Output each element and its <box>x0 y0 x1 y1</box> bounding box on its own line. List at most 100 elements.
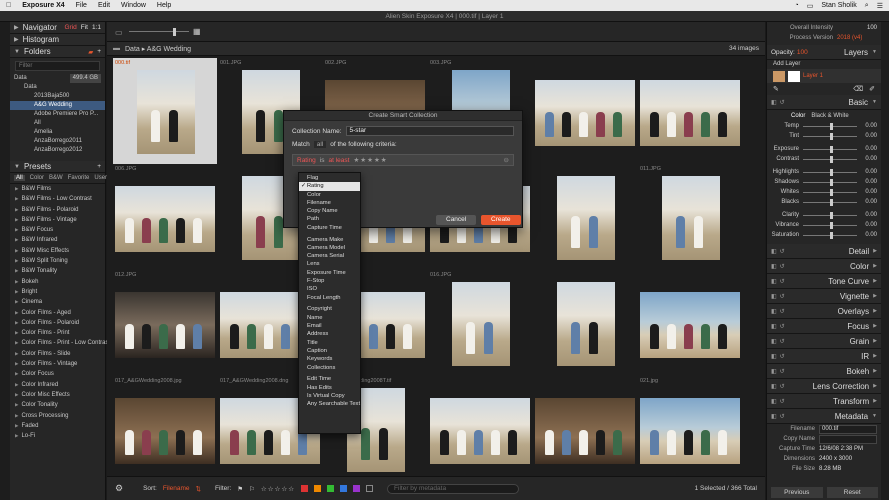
slider-value[interactable]: 0.00 <box>857 222 877 228</box>
slider-knob[interactable] <box>830 132 833 140</box>
menu-item[interactable]: Color <box>299 191 360 199</box>
menu-item[interactable]: ISO <box>299 285 360 293</box>
preset-item[interactable]: ▶ Bokeh <box>10 277 105 287</box>
previous-button[interactable]: Previous <box>771 487 823 498</box>
slider-track[interactable] <box>803 122 857 130</box>
adjust-slider[interactable]: Shadows 0.00 <box>767 177 881 187</box>
preset-item[interactable]: ▶ Color Films - Slide <box>10 349 105 359</box>
preset-item[interactable]: ▶ B&W Films <box>10 184 105 194</box>
preset-tab-color[interactable]: Color <box>30 175 44 181</box>
metadata-value[interactable]: 000.tif <box>819 424 877 434</box>
preset-item[interactable]: ▶ Color Films - Print - Low Contrast <box>10 338 110 348</box>
metadata-value[interactable] <box>819 434 877 444</box>
no-label-swatch[interactable] <box>366 485 374 492</box>
folder-item[interactable]: AnzaBorrego2011 <box>10 137 105 146</box>
preset-tab-favorite[interactable]: Favorite <box>68 175 90 181</box>
menu-item[interactable]: Is Virtual Copy <box>299 392 360 400</box>
adjust-slider[interactable]: Temp 0.00 <box>767 121 881 131</box>
opacity-value[interactable]: 100 <box>797 49 808 56</box>
thumbnail-cell[interactable]: 016.JPG <box>428 270 532 376</box>
eye-icon[interactable]: ◧ <box>771 99 777 106</box>
thumbnail-cell[interactable] <box>533 376 637 482</box>
adjust-slider[interactable]: Saturation 0.00 <box>767 230 881 240</box>
menu-item[interactable]: Title <box>299 339 360 347</box>
preset-tab-user[interactable]: User <box>94 175 107 181</box>
adjust-slider[interactable]: Tint 0.00 <box>767 131 881 141</box>
slider-track[interactable] <box>803 132 857 140</box>
panel-header[interactable]: ◧ ↺ Bokeh ▶ <box>767 364 881 379</box>
slider-knob[interactable] <box>830 145 833 153</box>
panel-header[interactable]: ◧ ↺ Vignette ▶ <box>767 289 881 304</box>
slider-track[interactable] <box>803 155 857 163</box>
pen-icon[interactable]: ✐ <box>869 85 875 93</box>
collection-name-input[interactable]: 5-star <box>345 126 514 136</box>
eye-icon[interactable]: ◧ <box>771 398 777 405</box>
basic-header[interactable]: ◧ ↺ Basic ▼ <box>767 95 881 110</box>
menu-item[interactable]: Caption <box>299 347 360 355</box>
thumbnail-cell[interactable] <box>638 58 742 164</box>
reset-icon[interactable]: ↺ <box>780 413 785 420</box>
preset-item[interactable]: ▶ Faded <box>10 421 105 431</box>
slider-knob[interactable] <box>830 231 833 239</box>
overall-intensity-row[interactable]: Overall Intensity 100 <box>767 23 881 33</box>
match-dropdown[interactable]: all <box>313 141 327 148</box>
flag-icon[interactable]: ⚑ <box>237 485 243 493</box>
menu-item[interactable]: F-Stop <box>299 277 360 285</box>
eye-icon[interactable]: ◧ <box>771 353 777 360</box>
nav-fit-button[interactable]: Fit <box>81 24 88 31</box>
reset-icon[interactable]: ↺ <box>780 263 785 270</box>
preset-item[interactable]: ▶ B&W Films - Vintage <box>10 215 105 225</box>
add-icon[interactable]: + <box>97 48 101 55</box>
overall-value[interactable]: 100 <box>837 25 877 31</box>
eye-icon[interactable]: ◧ <box>771 278 777 285</box>
rule-stars[interactable]: ★★★★★ <box>353 156 387 164</box>
reject-flag-icon[interactable]: ⚐ <box>249 485 255 493</box>
menu-item[interactable]: Filename <box>299 199 360 207</box>
slider-value[interactable]: 0.00 <box>857 199 877 205</box>
blue-label-swatch[interactable] <box>340 485 348 492</box>
metadata-value[interactable]: 8.28 MB <box>819 466 877 472</box>
slider-value[interactable]: 0.00 <box>857 156 877 162</box>
histogram-header[interactable]: ▶ Histogram <box>10 34 105 46</box>
menu-help[interactable]: Help <box>157 2 171 9</box>
preset-item[interactable]: ▶ Color Misc Effects <box>10 390 105 400</box>
thumbnail-cell[interactable]: 000.tif <box>113 58 217 164</box>
preset-item[interactable]: ▶ Color Films - Vintage <box>10 359 105 369</box>
panel-header[interactable]: ◧ ↺ Detail ▶ <box>767 244 881 259</box>
reset-icon[interactable]: ↺ <box>780 368 785 375</box>
apple-icon[interactable]:  <box>6 2 11 9</box>
preset-item[interactable]: ▶ Color Films - Aged <box>10 308 105 318</box>
thumbnail-cell[interactable] <box>533 58 637 164</box>
brush-icon[interactable]: ✎ <box>773 85 779 93</box>
menu-item[interactable]: Copy Name <box>299 207 360 215</box>
tab-black-white[interactable]: Black & White <box>811 113 848 119</box>
panel-header[interactable]: ◧ ↺ Color ▶ <box>767 259 881 274</box>
menu-item[interactable]: Address <box>299 330 360 338</box>
slider-value[interactable]: 0.00 <box>857 169 877 175</box>
sort-dropdown[interactable]: Filename <box>163 485 190 492</box>
thumbnail-cell[interactable] <box>638 270 742 376</box>
adjust-slider[interactable]: Whites 0.00 <box>767 187 881 197</box>
reset-icon[interactable]: ↺ <box>780 308 785 315</box>
thumbnail-size-slider[interactable] <box>129 31 189 32</box>
remove-rule-icon[interactable]: ⊖ <box>504 156 509 164</box>
menu-item[interactable]: Exposure Time <box>299 269 360 277</box>
thumbnail-cell[interactable]: 017_A&GWedding2008.jpg <box>113 376 217 482</box>
reset-icon[interactable]: ↺ <box>780 338 785 345</box>
layers-header[interactable]: Opacity: 100 Layers ▼ <box>767 45 881 60</box>
menu-app[interactable]: Exposure X4 <box>22 2 64 9</box>
folder-filter-input[interactable]: Filter <box>15 61 100 71</box>
preset-item[interactable]: ▶ B&W Infrared <box>10 235 105 245</box>
slider-knob[interactable] <box>830 155 833 163</box>
slider-knob[interactable] <box>830 221 833 229</box>
thumbnail-cell[interactable]: 011.JPG <box>638 164 742 270</box>
slider-track[interactable] <box>803 211 857 219</box>
eye-icon[interactable]: ◧ <box>771 308 777 315</box>
adjust-slider[interactable]: Blacks 0.00 <box>767 197 881 207</box>
thumbnail-cell[interactable]: 012.JPG <box>113 270 217 376</box>
menu-item[interactable]: Capture Time <box>299 224 360 232</box>
preset-item[interactable]: ▶ B&W Films - Low Contrast <box>10 194 105 204</box>
slider-knob[interactable] <box>830 211 833 219</box>
slider-track[interactable] <box>803 178 857 186</box>
reset-icon[interactable]: ↺ <box>780 383 785 390</box>
